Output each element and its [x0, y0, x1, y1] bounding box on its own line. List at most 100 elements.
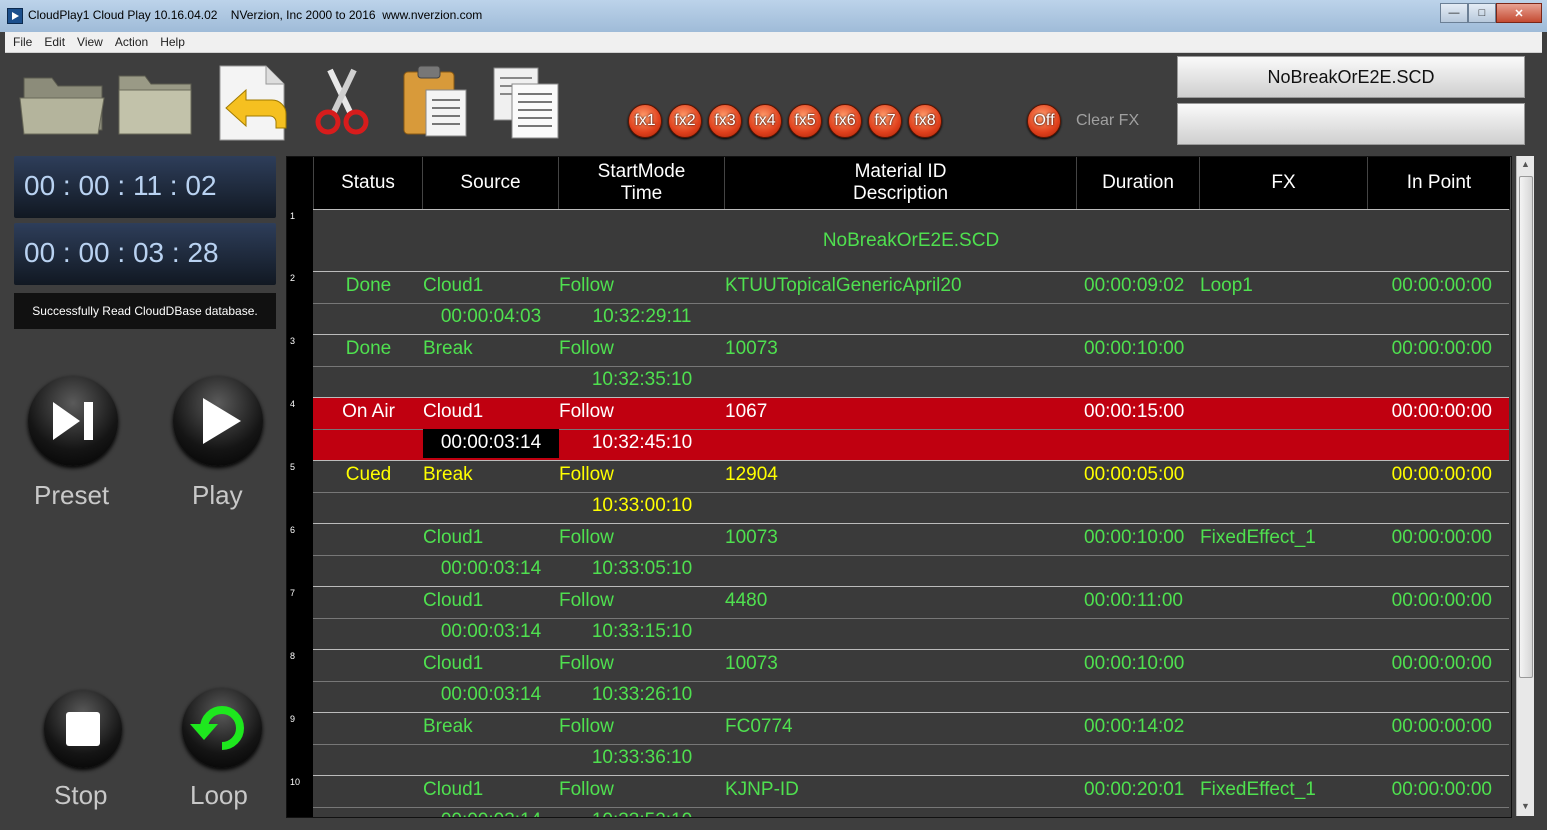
preset-label[interactable]: Preset: [34, 480, 109, 511]
cell-start_time[interactable]: 10:33:15:10: [559, 621, 725, 643]
loop-button[interactable]: [182, 688, 262, 768]
cell-start_time[interactable]: 10:33:00:10: [559, 495, 725, 517]
cell-inpoint[interactable]: 00:00:00:00: [1368, 779, 1492, 801]
cell-material[interactable]: 1067: [725, 401, 1077, 423]
cell-startmode[interactable]: Follow: [559, 401, 725, 423]
cell-startmode[interactable]: Follow: [559, 779, 725, 801]
table-row[interactable]: Cloud1 Follow 10073 00:00:10:00 00:00:00:00 0…: [313, 649, 1509, 712]
cell-startmode[interactable]: Follow: [559, 527, 725, 549]
cell-duration[interactable]: 00:00:10:00: [1084, 653, 1200, 675]
cell-inpoint[interactable]: 00:00:00:00: [1368, 338, 1492, 360]
cell-startmode[interactable]: Follow: [559, 464, 725, 486]
copy-icon[interactable]: [488, 62, 568, 142]
cell-source_time[interactable]: 00:00:03:14: [423, 684, 559, 706]
new-folder-icon[interactable]: [18, 62, 110, 142]
stop-label[interactable]: Stop: [54, 780, 108, 811]
vertical-scrollbar[interactable]: ▲ ▼: [1516, 156, 1534, 816]
close-button[interactable]: ✕: [1496, 3, 1542, 23]
fx3-button[interactable]: fx3: [708, 104, 742, 138]
table-row[interactable]: Cloud1 Follow KJNP-ID 00:00:20:01 FixedEffec…: [313, 775, 1509, 817]
cell-start_time[interactable]: 10:33:36:10: [559, 747, 725, 769]
header-material[interactable]: Material ID Description: [725, 157, 1077, 209]
cell-start_time[interactable]: 10:33:52:10: [559, 810, 725, 817]
cell-fx[interactable]: FixedEffect_1: [1200, 779, 1368, 801]
fx5-button[interactable]: fx5: [788, 104, 822, 138]
fx2-button[interactable]: fx2: [668, 104, 702, 138]
fx8-button[interactable]: fx8: [908, 104, 942, 138]
preset-button[interactable]: [28, 376, 118, 466]
menu-help[interactable]: Help: [160, 35, 185, 49]
scroll-up-icon[interactable]: ▲: [1521, 159, 1530, 169]
fx4-button[interactable]: fx4: [748, 104, 782, 138]
cell-source_time[interactable]: 00:00:03:14: [423, 810, 559, 817]
header-fx[interactable]: FX: [1200, 157, 1368, 209]
header-duration[interactable]: Duration: [1077, 157, 1200, 209]
cell-material[interactable]: 12904: [725, 464, 1077, 486]
cell-inpoint[interactable]: 00:00:00:00: [1368, 716, 1492, 738]
cell-startmode[interactable]: Follow: [559, 716, 725, 738]
cell-inpoint[interactable]: 00:00:00:00: [1368, 464, 1492, 486]
cell-inpoint[interactable]: 00:00:00:00: [1368, 590, 1492, 612]
header-inpoint[interactable]: In Point: [1368, 157, 1511, 209]
cell-material[interactable]: FC0774: [725, 716, 1077, 738]
table-row[interactable]: Cloud1 Follow 10073 00:00:10:00 FixedEffect_…: [313, 523, 1509, 586]
stop-button[interactable]: [44, 690, 122, 768]
menu-edit[interactable]: Edit: [44, 35, 65, 49]
cell-duration[interactable]: 00:00:15:00: [1084, 401, 1200, 423]
cell-source[interactable]: Break: [423, 464, 559, 486]
cell-source[interactable]: Cloud1: [423, 275, 559, 297]
secondary-file-box[interactable]: [1177, 103, 1525, 145]
cell-source_time[interactable]: 00:00:03:14: [423, 429, 559, 458]
scrollbar-thumb[interactable]: [1519, 176, 1533, 678]
maximize-button[interactable]: □: [1468, 3, 1496, 23]
cell-start_time[interactable]: 10:32:45:10: [559, 432, 725, 454]
cell-start_time[interactable]: 10:32:29:11: [559, 306, 725, 328]
clear-fx-label[interactable]: Clear FX: [1076, 112, 1139, 130]
play-label[interactable]: Play: [192, 480, 243, 511]
cell-start_time[interactable]: 10:33:26:10: [559, 684, 725, 706]
cell-duration[interactable]: 00:00:09:02: [1084, 275, 1200, 297]
menu-file[interactable]: File: [13, 35, 32, 49]
cell-duration[interactable]: 00:00:14:02: [1084, 716, 1200, 738]
cell-startmode[interactable]: Follow: [559, 590, 725, 612]
cell-material[interactable]: 10073: [725, 527, 1077, 549]
cell-material[interactable]: 10073: [725, 338, 1077, 360]
cell-source[interactable]: Cloud1: [423, 590, 559, 612]
cut-icon[interactable]: [312, 66, 372, 140]
menu-view[interactable]: View: [77, 35, 103, 49]
schedule-title-row[interactable]: NoBreakOrE2E.SCD: [313, 209, 1509, 271]
fx1-button[interactable]: fx1: [628, 104, 662, 138]
cell-material[interactable]: KJNP-ID: [725, 779, 1077, 801]
cell-duration[interactable]: 00:00:10:00: [1084, 527, 1200, 549]
cell-source_time[interactable]: 00:00:03:14: [423, 558, 559, 580]
cell-duration[interactable]: 00:00:10:00: [1084, 338, 1200, 360]
cell-start_time[interactable]: 10:33:05:10: [559, 558, 725, 580]
cell-inpoint[interactable]: 00:00:00:00: [1368, 401, 1492, 423]
cell-inpoint[interactable]: 00:00:00:00: [1368, 527, 1492, 549]
cell-source_time[interactable]: 00:00:03:14: [423, 621, 559, 643]
cell-material[interactable]: 10073: [725, 653, 1077, 675]
cell-startmode[interactable]: Follow: [559, 338, 725, 360]
fx7-button[interactable]: fx7: [868, 104, 902, 138]
cell-source[interactable]: Cloud1: [423, 401, 559, 423]
table-row[interactable]: Done Break Follow 10073 00:00:10:00 00:00:00:…: [313, 334, 1509, 397]
cell-startmode[interactable]: Follow: [559, 275, 725, 297]
cell-fx[interactable]: FixedEffect_1: [1200, 527, 1368, 549]
cell-source[interactable]: Cloud1: [423, 779, 559, 801]
cell-inpoint[interactable]: 00:00:00:00: [1368, 653, 1492, 675]
paste-icon[interactable]: [398, 62, 474, 142]
cell-duration[interactable]: 00:00:20:01: [1084, 779, 1200, 801]
schedule-file-name[interactable]: NoBreakOrE2E.SCD: [1177, 56, 1525, 98]
header-status[interactable]: Status: [314, 157, 423, 209]
cell-inpoint[interactable]: 00:00:00:00: [1368, 275, 1492, 297]
cell-source[interactable]: Break: [423, 716, 559, 738]
fx6-button[interactable]: fx6: [828, 104, 862, 138]
table-row[interactable]: Done Cloud1 Follow KTUUTopicalGenericApril2…: [313, 271, 1509, 334]
scroll-down-icon[interactable]: ▼: [1521, 801, 1530, 811]
cell-material[interactable]: KTUUTopicalGenericApril20: [725, 275, 1077, 297]
cell-status[interactable]: Cued: [314, 464, 423, 486]
table-row[interactable]: Break Follow FC0774 00:00:14:02 00:00:00:00 1…: [313, 712, 1509, 775]
open-folder-icon[interactable]: [115, 62, 197, 142]
cell-duration[interactable]: 00:00:11:00: [1084, 590, 1200, 612]
cell-status[interactable]: Done: [314, 338, 423, 360]
